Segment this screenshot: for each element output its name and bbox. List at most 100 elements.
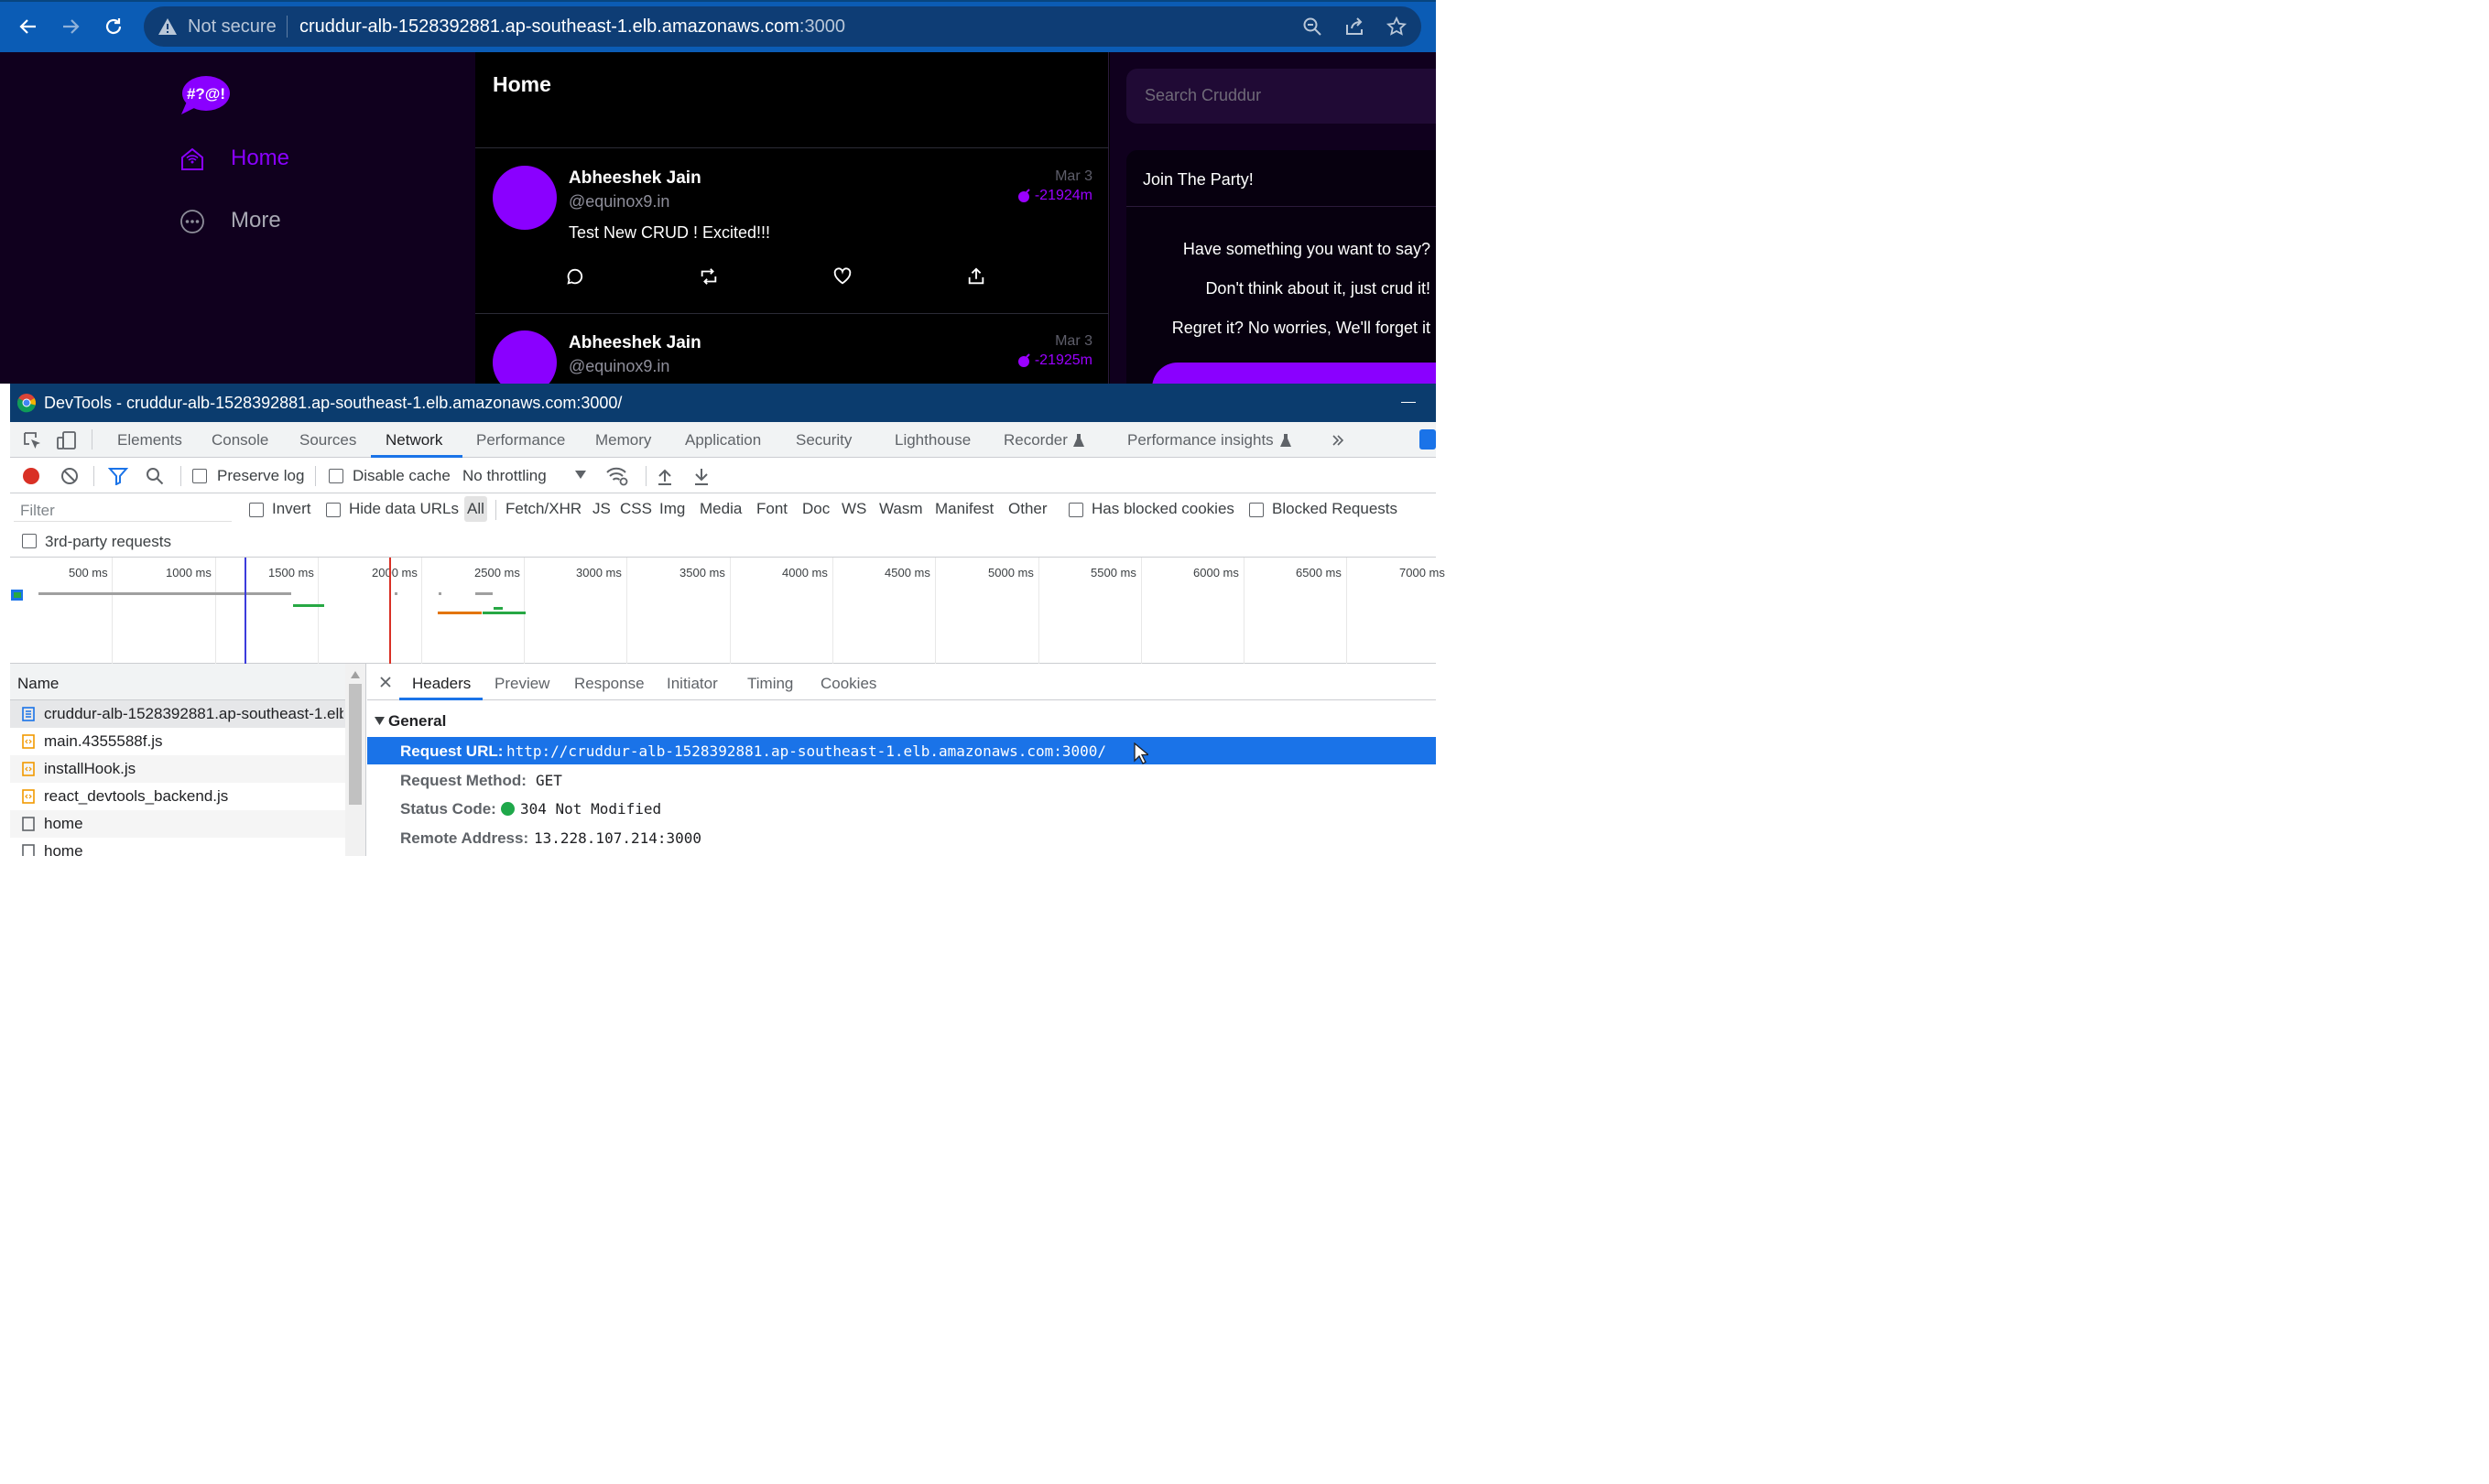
type-filter-ws[interactable]: WS [842, 500, 866, 518]
request-row[interactable]: react_devtools_backend.js [10, 783, 345, 810]
filter-bar: Filter Invert Hide data URLs All Fetch/X… [10, 493, 1436, 526]
repost-button[interactable] [699, 266, 832, 288]
general-section-title[interactable]: General [388, 712, 446, 731]
tab-timing[interactable]: Timing [747, 675, 793, 693]
triangle-down-icon[interactable] [375, 717, 385, 726]
type-filter-all[interactable]: All [464, 496, 487, 522]
overview-bar-small [395, 592, 397, 595]
third-party-checkbox[interactable] [22, 534, 37, 548]
avatar[interactable] [493, 166, 557, 230]
reload-button[interactable] [98, 11, 129, 42]
type-filter-img[interactable]: Img [659, 500, 685, 518]
tab-security[interactable]: Security [796, 431, 852, 450]
type-filter-doc[interactable]: Doc [802, 500, 830, 518]
request-row[interactable]: installHook.js [10, 755, 345, 783]
disable-cache-checkbox[interactable] [329, 469, 343, 483]
header-row-request-url[interactable]: Request URL: http://cruddur-alb-15283928… [367, 737, 1436, 764]
type-filter-manifest[interactable]: Manifest [935, 500, 994, 518]
device-toolbar-icon[interactable] [56, 430, 78, 450]
tab-console[interactable]: Console [212, 431, 268, 450]
tab-preview[interactable]: Preview [495, 675, 549, 693]
filter-funnel-icon[interactable] [108, 467, 128, 485]
tab-recorder[interactable]: Recorder [1004, 431, 1068, 450]
network-conditions-icon[interactable] [605, 466, 629, 486]
preserve-log-checkbox[interactable] [192, 469, 207, 483]
tab-network[interactable]: Network [386, 431, 442, 450]
join-button[interactable] [1152, 363, 1436, 384]
record-button[interactable] [23, 468, 39, 484]
throttling-select[interactable]: No throttling [462, 467, 547, 485]
tab-sources[interactable]: Sources [299, 431, 356, 450]
request-row[interactable]: home [10, 810, 345, 838]
minimize-button[interactable] [1401, 402, 1416, 403]
export-har-icon[interactable] [693, 467, 710, 485]
cruddur-logo[interactable]: #?@! [179, 74, 231, 116]
tab-performance-insights[interactable]: Performance insights [1127, 431, 1274, 450]
tab-memory[interactable]: Memory [595, 431, 651, 450]
more-tabs-chevron-icon[interactable] [1331, 433, 1345, 448]
bookmark-star-icon[interactable] [1386, 16, 1408, 38]
left-navigation: #?@! Home More [0, 52, 475, 384]
clear-icon[interactable] [60, 467, 79, 485]
activity-post[interactable]: Abheeshek Jain @equinox9.in Mar 3 -21925… [475, 313, 1109, 384]
scroll-up-arrow-icon[interactable] [351, 671, 360, 678]
like-button[interactable] [832, 266, 966, 288]
share-icon[interactable] [1343, 16, 1365, 38]
tab-headers[interactable]: Headers [412, 675, 471, 693]
avatar[interactable] [493, 330, 557, 384]
share-post-button[interactable] [966, 266, 1100, 288]
header-row-status-code[interactable]: Status Code: 304 Not Modified [367, 795, 1436, 822]
type-filter-other[interactable]: Other [1008, 500, 1048, 518]
tab-elements[interactable]: Elements [117, 431, 182, 450]
chevron-down-icon[interactable] [575, 471, 586, 480]
tab-response[interactable]: Response [574, 675, 645, 693]
nav-item-home[interactable]: Home [179, 146, 289, 172]
type-filter-wasm[interactable]: Wasm [879, 500, 923, 518]
import-har-icon[interactable] [657, 467, 673, 485]
request-list-scrollbar[interactable] [345, 664, 365, 856]
filter-input[interactable]: Filter [14, 497, 232, 522]
has-blocked-cookies-checkbox[interactable] [1069, 503, 1083, 517]
timeline-gridline [421, 558, 422, 664]
tab-application[interactable]: Application [685, 431, 761, 450]
inspect-element-icon[interactable] [22, 430, 42, 450]
close-icon[interactable] [379, 676, 392, 688]
back-button[interactable] [13, 11, 44, 42]
network-overview-timeline[interactable]: 500 ms 1000 ms 1500 ms 2000 ms 2500 ms 3… [10, 558, 1445, 664]
security-label[interactable]: Not secure [188, 16, 277, 38]
type-filter-css[interactable]: CSS [620, 500, 652, 518]
post-handle[interactable]: @equinox9.in [569, 357, 669, 376]
type-filter-js[interactable]: JS [592, 500, 611, 518]
post-display-name[interactable]: Abheeshek Jain [569, 333, 701, 353]
reply-button[interactable] [565, 266, 699, 288]
scrollbar-thumb[interactable] [349, 684, 362, 805]
hide-data-urls-checkbox[interactable] [326, 503, 341, 517]
type-filter-media[interactable]: Media [700, 500, 742, 518]
name-column-header[interactable]: Name [10, 664, 345, 700]
search-icon[interactable] [146, 467, 164, 485]
invert-checkbox[interactable] [249, 503, 264, 517]
address-bar[interactable]: Not secure cruddur-alb-1528392881.ap-sou… [144, 6, 1421, 47]
type-filter-fetch-xhr[interactable]: Fetch/XHR [505, 500, 581, 518]
activity-post[interactable]: Abheeshek Jain @equinox9.in Test New CRU… [475, 148, 1109, 313]
tab-lighthouse[interactable]: Lighthouse [895, 431, 971, 450]
post-handle[interactable]: @equinox9.in [569, 192, 669, 211]
zoom-icon[interactable] [1301, 16, 1323, 38]
url-text[interactable]: cruddur-alb-1528392881.ap-southeast-1.el… [299, 16, 845, 38]
post-display-name[interactable]: Abheeshek Jain [569, 168, 701, 189]
nav-item-more[interactable]: More [179, 208, 281, 234]
type-filter-font[interactable]: Font [756, 500, 788, 518]
request-row[interactable]: cruddur-alb-1528392881.ap-southeast-1.el… [10, 700, 345, 728]
header-row-request-method[interactable]: Request Method: GET [367, 766, 1436, 794]
forward-button[interactable] [55, 11, 86, 42]
tab-performance[interactable]: Performance [476, 431, 565, 450]
warning-icon[interactable] [157, 16, 179, 38]
request-row[interactable]: main.4355588f.js [10, 728, 345, 755]
tab-initiator[interactable]: Initiator [667, 675, 718, 693]
tab-cookies[interactable]: Cookies [821, 675, 876, 693]
header-row-remote-address[interactable]: Remote Address: 13.228.107.214:3000 [367, 824, 1436, 851]
request-row[interactable]: home [10, 838, 345, 856]
blocked-requests-checkbox[interactable] [1249, 503, 1264, 517]
issues-badge[interactable] [1419, 429, 1436, 450]
search-field[interactable]: Search Cruddur [1126, 69, 1436, 124]
